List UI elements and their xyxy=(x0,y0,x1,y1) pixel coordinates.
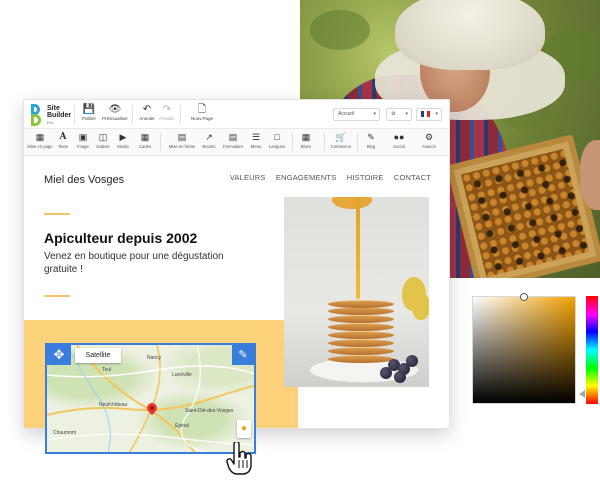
cart-icon: 🛒 xyxy=(335,132,347,142)
new-page-button[interactable]: 🗋 Nouv.Page xyxy=(182,104,222,122)
map-town: Chaumont xyxy=(53,430,77,436)
site-builder-logo: Site Builder Pro xyxy=(31,104,71,126)
color-picker-handle[interactable] xyxy=(520,293,528,301)
preview-button[interactable]: 👁 Prévisualiser xyxy=(98,104,132,122)
blog-icon: ✎ xyxy=(367,132,375,142)
accent-divider-top xyxy=(44,213,70,215)
redo-button[interactable]: ↷ Rétablir xyxy=(150,104,184,122)
satellite-button[interactable]: Satellite xyxy=(75,348,121,363)
language-select[interactable]: ▾ xyxy=(416,108,442,121)
advanced-icon: ⚙ xyxy=(424,132,434,142)
style-icon: ▤ xyxy=(177,132,187,142)
hero-subtitle: Venez en boutique pour une dégustation g… xyxy=(44,251,224,275)
languages-icon: □ xyxy=(274,132,280,142)
pencil-icon[interactable]: ✎ xyxy=(232,345,254,365)
hue-slider[interactable] xyxy=(586,296,598,404)
gear-icon: ⚙ xyxy=(391,111,396,117)
settings-select[interactable]: ⚙ ▾ xyxy=(386,108,412,121)
tool-blog[interactable]: ✎ Blog xyxy=(356,132,386,150)
site-nav-links: VALEURS ENGAGEMENTS HISTOIRE CONTACT xyxy=(222,173,431,182)
pancake-honey-photo xyxy=(284,197,429,387)
pegman-icon[interactable]: ● xyxy=(237,420,251,438)
map-icon: ▦ xyxy=(140,132,150,142)
nav-link-engagements[interactable]: ENGAGEMENTS xyxy=(276,173,337,182)
tool-maps[interactable]: ▦ Cartes xyxy=(130,132,160,150)
hue-arrow-icon xyxy=(579,390,585,398)
color-picker[interactable] xyxy=(472,293,600,408)
map-town: Neufchâteau xyxy=(99,402,128,408)
hand-cursor-icon xyxy=(226,442,252,475)
social-icon: ●● xyxy=(393,132,405,142)
nav-link-valeurs[interactable]: VALEURS xyxy=(230,173,266,182)
tool-style[interactable]: ▤ Mise en forme xyxy=(167,132,197,150)
nav-link-histoire[interactable]: HISTOIRE xyxy=(347,173,384,182)
site-brand[interactable]: Miel des Vosges xyxy=(44,174,124,186)
tool-commerce[interactable]: 🛒 Commerce xyxy=(326,132,356,150)
map-town: Épinal xyxy=(175,423,189,429)
blocks-icon: ▦ xyxy=(301,132,311,142)
element-toolbar: ▦ Mise en page A Texte ▣ Image ◫ Galerie ▶ Me… xyxy=(24,129,449,156)
eye-icon: 👁 xyxy=(108,104,122,115)
move-icon[interactable]: ✥ xyxy=(47,345,71,365)
chevron-down-icon: ▾ xyxy=(435,111,438,117)
nav-link-contact[interactable]: CONTACT xyxy=(394,173,431,182)
hero-title: Apiculteur depuis 2002 xyxy=(44,230,198,246)
map-town: Saint-Dié-des-Vosges xyxy=(185,408,234,414)
accent-divider-bottom xyxy=(44,295,70,297)
map-town: Nancy xyxy=(147,355,162,361)
site-header: Miel des Vosges VALEURS ENGAGEMENTS HIST… xyxy=(24,157,449,197)
builder-topbar: Site Builder Pro 💾 Publier 👁 Prévisualise… xyxy=(24,100,449,129)
map-widget[interactable]: Nancy Lunéville Neufchâteau Saint-Dié-de… xyxy=(45,343,256,454)
page-select[interactable]: Accueil ▾ xyxy=(333,108,380,121)
tool-advanced[interactable]: ⚙ Avancé xyxy=(414,132,444,150)
chevron-down-icon: ▾ xyxy=(405,111,408,117)
page-icon: 🗋 xyxy=(197,104,207,115)
map-town: Lunéville xyxy=(172,372,192,378)
flag-fr-icon xyxy=(421,111,430,117)
tool-blocks[interactable]: ▦ Blocs xyxy=(291,132,321,150)
saturation-value-area[interactable] xyxy=(472,293,576,404)
tool-languages[interactable]: □ Langues xyxy=(262,132,292,150)
tool-social[interactable]: ●● Social xyxy=(384,132,414,150)
chevron-down-icon: ▾ xyxy=(373,111,376,117)
map-town: Toul xyxy=(102,367,112,373)
redo-icon: ↷ xyxy=(162,104,172,115)
